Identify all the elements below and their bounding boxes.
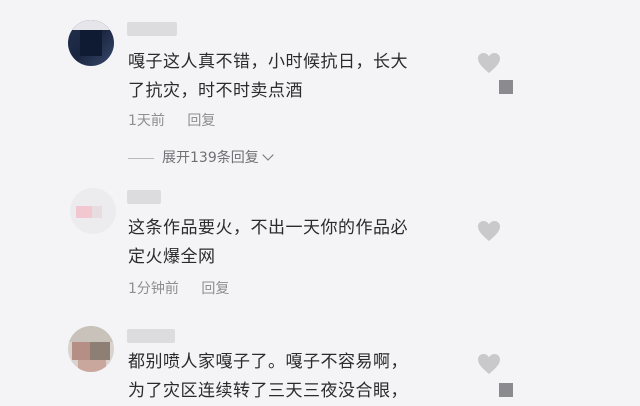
reply-button[interactable]: 回复	[187, 113, 215, 129]
username-redacted[interactable]	[127, 22, 177, 36]
like-count-redacted	[499, 383, 513, 397]
avatar[interactable]	[68, 326, 114, 372]
reply-button[interactable]: 回复	[201, 281, 229, 297]
comment-text: 都别喷人家嘎子了。嘎子不容易啊， 为了灾区连续转了三天三夜没合眼，	[128, 348, 458, 406]
heart-outline-icon	[478, 221, 500, 241]
like-count-redacted	[499, 80, 513, 94]
heart-outline-icon	[478, 354, 500, 374]
avatar[interactable]	[68, 20, 114, 66]
expand-replies-label: 展开139条回复	[162, 150, 259, 166]
like-button[interactable]	[476, 352, 502, 376]
comment-time: 1分钟前	[128, 281, 179, 297]
divider-line	[128, 157, 154, 159]
like-button[interactable]	[476, 51, 502, 75]
comment-text: 这条作品要火，不出一天你的作品必 定火爆全网	[128, 214, 458, 272]
comment-time: 1天前	[128, 113, 165, 129]
expand-replies-button[interactable]: 展开139条回复	[128, 147, 274, 167]
avatar[interactable]	[70, 188, 116, 234]
comment-meta: 1天前 回复	[128, 110, 233, 130]
comment-text-line: 这条作品要火，不出一天你的作品必	[128, 218, 408, 238]
comment-text: 嘎子这人真不错，小时候抗日，长大 了抗灾，时不时卖点酒	[128, 48, 458, 106]
comment-text-line: 都别喷人家嘎子了。嘎子不容易啊，	[128, 352, 408, 372]
comment-text-line: 了抗灾，时不时卖点酒	[128, 81, 303, 101]
heart-outline-icon	[478, 53, 500, 73]
username-redacted[interactable]	[127, 329, 175, 343]
comment-text-line: 嘎子这人真不错，小时候抗日，长大	[128, 52, 408, 72]
comment-text-line: 为了灾区连续转了三天三夜没合眼，	[128, 381, 408, 401]
comment-meta: 1分钟前 回复	[128, 278, 247, 298]
username-redacted[interactable]	[127, 190, 161, 204]
like-button[interactable]	[476, 219, 502, 243]
comment-text-line: 定火爆全网	[128, 247, 216, 267]
chevron-down-icon	[262, 149, 274, 161]
